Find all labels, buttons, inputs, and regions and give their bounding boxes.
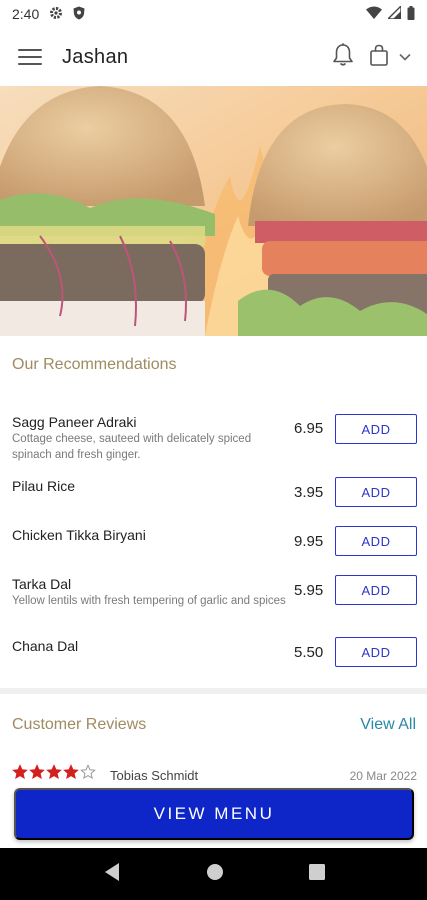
recommendations-title: Our Recommendations xyxy=(12,356,177,373)
recents-icon[interactable] xyxy=(308,863,325,885)
status-bar: 2:40 xyxy=(0,0,427,28)
app-bar: Jashan xyxy=(0,28,427,86)
view-all-link[interactable]: View All xyxy=(360,716,416,734)
chevron-down-icon[interactable] xyxy=(399,48,411,66)
add-button[interactable]: ADD xyxy=(335,414,417,444)
item-name: Chicken Tikka Biryani xyxy=(12,527,146,543)
item-price: 6.95 xyxy=(294,420,324,437)
review-item: Tobias Schmidt 20 Mar 2022 xyxy=(12,764,417,782)
star-filled-icon xyxy=(29,764,45,780)
star-filled-icon xyxy=(12,764,28,780)
reviews-title: Customer Reviews xyxy=(12,716,147,733)
back-icon[interactable] xyxy=(103,862,121,887)
item-name: Chana Dal xyxy=(12,638,79,654)
status-time: 2:40 xyxy=(12,6,40,22)
menu-icon[interactable] xyxy=(16,46,44,68)
view-menu-button[interactable]: VIEW MENU xyxy=(14,788,414,840)
cart-dropdown[interactable] xyxy=(369,44,411,71)
signal-icon xyxy=(386,4,402,22)
shield-icon xyxy=(73,6,85,23)
item-name: Sagg Paneer Adraki xyxy=(12,414,137,430)
item-description: Cottage cheese, sauteed with delicately … xyxy=(12,433,252,461)
gear-icon xyxy=(49,6,63,23)
item-price: 5.50 xyxy=(294,644,324,661)
star-empty-icon xyxy=(80,764,96,780)
wifi-icon xyxy=(366,6,382,22)
add-button[interactable]: ADD xyxy=(335,526,417,556)
star-filled-icon xyxy=(46,764,62,780)
navigation-bar xyxy=(0,848,427,900)
hero-image xyxy=(0,86,427,336)
shopping-bag-icon[interactable] xyxy=(369,44,389,71)
item-price: 3.95 xyxy=(294,484,324,501)
app-title: Jashan xyxy=(62,45,129,68)
reviewer-name: Tobias Schmidt xyxy=(110,768,199,782)
home-icon[interactable] xyxy=(206,863,224,886)
item-name: Tarka Dal xyxy=(12,576,72,592)
review-date: 20 Mar 2022 xyxy=(349,769,417,782)
add-button[interactable]: ADD xyxy=(335,575,417,605)
bell-icon[interactable] xyxy=(331,42,355,73)
item-description: Yellow lentils with fresh tempering of g… xyxy=(12,595,286,607)
item-price: 5.95 xyxy=(294,582,324,599)
add-button[interactable]: ADD xyxy=(335,477,417,507)
section-divider xyxy=(0,688,427,694)
item-price: 9.95 xyxy=(294,533,324,550)
star-rating xyxy=(12,764,96,780)
item-name: Pilau Rice xyxy=(12,478,76,494)
add-button[interactable]: ADD xyxy=(335,637,417,667)
star-filled-icon xyxy=(63,764,79,780)
battery-icon xyxy=(407,5,415,23)
